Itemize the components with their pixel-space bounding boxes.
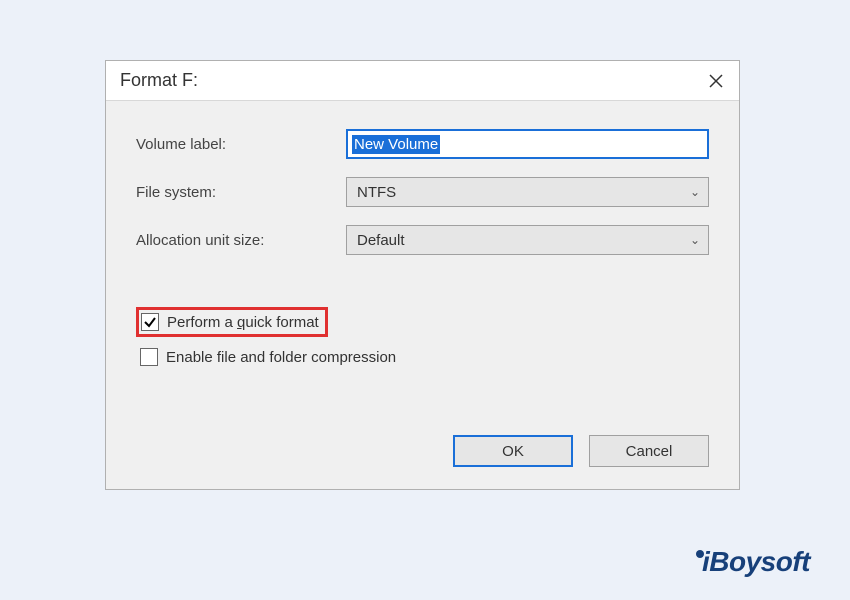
file-system-value: NTFS — [357, 184, 396, 201]
watermark-logo: iBoysoft — [696, 546, 810, 578]
compression-row: Enable file and folder compression — [136, 345, 709, 369]
check-icon — [143, 315, 157, 329]
file-system-label: File system: — [136, 184, 346, 201]
format-dialog: Format F: Volume label: New Volume File … — [105, 60, 740, 490]
allocation-select[interactable]: Default ⌄ — [346, 225, 709, 255]
quick-format-checkbox[interactable] — [141, 313, 159, 331]
quick-format-label: Perform a quick format — [167, 314, 319, 331]
close-button[interactable] — [693, 61, 739, 100]
allocation-value: Default — [357, 232, 405, 249]
file-system-row: File system: NTFS ⌄ — [136, 177, 709, 207]
allocation-row: Allocation unit size: Default ⌄ — [136, 225, 709, 255]
titlebar: Format F: — [106, 61, 739, 101]
dialog-content: Volume label: New Volume File system: NT… — [106, 101, 739, 489]
close-icon — [709, 74, 723, 88]
chevron-down-icon: ⌄ — [690, 233, 700, 247]
dialog-title: Format F: — [120, 70, 198, 91]
compression-label: Enable file and folder compression — [166, 349, 396, 366]
volume-label-row: Volume label: New Volume — [136, 129, 709, 159]
file-system-select[interactable]: NTFS ⌄ — [346, 177, 709, 207]
volume-label-label: Volume label: — [136, 136, 346, 153]
chevron-down-icon: ⌄ — [690, 185, 700, 199]
volume-label-value: New Volume — [352, 135, 440, 154]
cancel-button[interactable]: Cancel — [589, 435, 709, 467]
compression-checkbox[interactable] — [140, 348, 158, 366]
ok-button[interactable]: OK — [453, 435, 573, 467]
volume-label-input[interactable]: New Volume — [346, 129, 709, 159]
quick-format-row: Perform a quick format — [136, 307, 328, 337]
button-row: OK Cancel — [136, 435, 709, 471]
allocation-label: Allocation unit size: — [136, 232, 346, 249]
